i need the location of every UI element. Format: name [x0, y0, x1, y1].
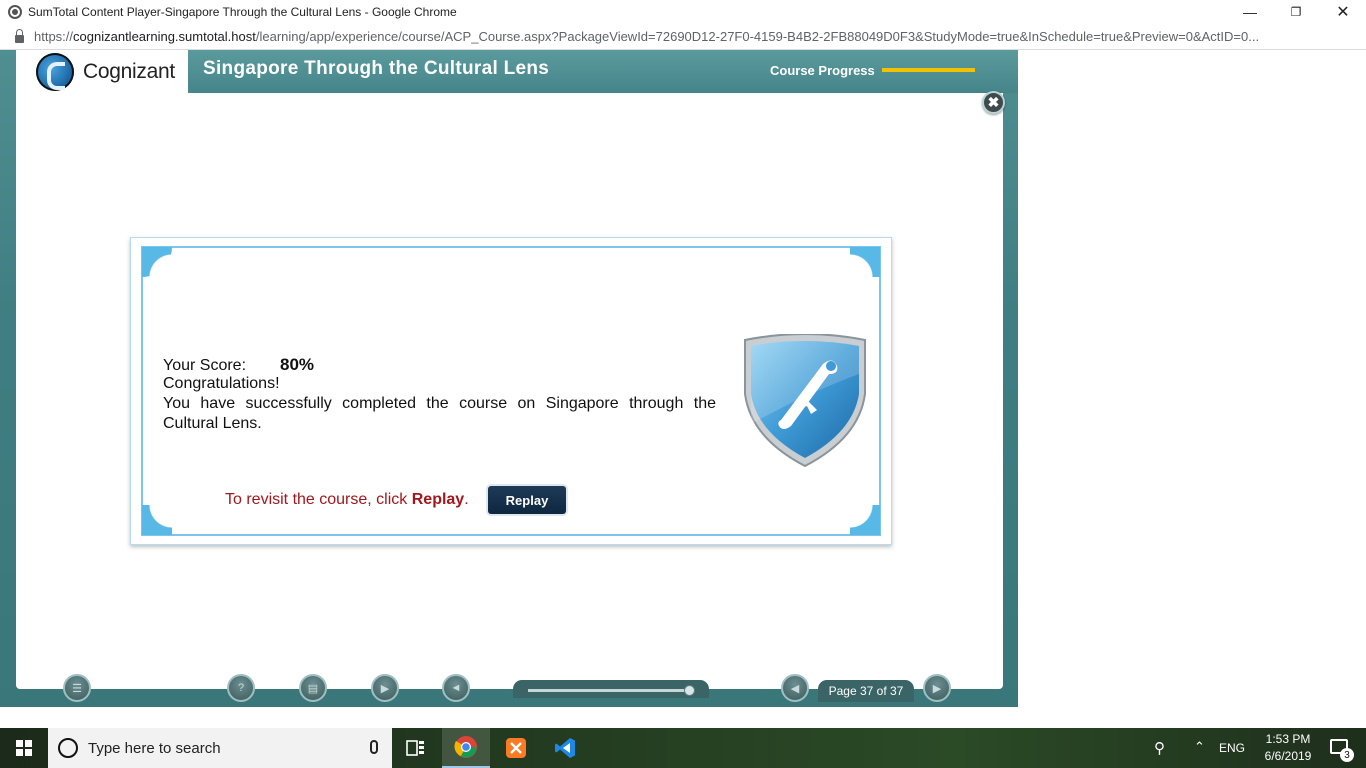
diploma-shield-icon [744, 334, 866, 468]
replay-suffix: . [464, 491, 469, 508]
help-icon[interactable]: ? [227, 674, 255, 702]
course-title: Singapore Through the Cultural Lens [203, 58, 550, 79]
taskbar-search[interactable]: Type here to search [48, 728, 392, 768]
replay-instruction: To revisit the course, click Replay. [225, 491, 469, 509]
clock-time[interactable]: 1:53 PM [1258, 732, 1318, 746]
logo: Cognizant [16, 50, 188, 93]
corner-decoration [850, 505, 880, 535]
course-progress-bar [882, 68, 975, 72]
score-row: Your Score: 80% [163, 355, 314, 375]
next-icon[interactable]: ▶ [923, 674, 951, 702]
url-host: cognizantlearning.sumtotal.host [73, 29, 256, 44]
chevron-up-icon[interactable]: ⌃ [1194, 739, 1205, 755]
course-progress-label: Course Progress [770, 63, 875, 78]
vscode-icon[interactable] [541, 728, 589, 768]
minimize-icon[interactable]: — [1227, 0, 1273, 24]
logo-text: Cognizant [83, 59, 175, 83]
cognizant-logo-icon [36, 52, 74, 91]
audio-icon[interactable]: ◄ [442, 674, 470, 702]
cortana-icon [58, 738, 78, 758]
page-indicator: Page 37 of 37 [818, 680, 914, 702]
language-indicator[interactable]: ENG [1219, 741, 1245, 755]
glossary-icon[interactable]: ▤ [299, 674, 327, 702]
page-slider-thumb[interactable] [684, 685, 695, 696]
address-bar[interactable]: https://cognizantlearning.sumtotal.host/… [0, 24, 1366, 50]
play-icon[interactable]: ▶ [371, 674, 399, 702]
course-header: Singapore Through the Cultural Lens Cour… [188, 50, 1018, 93]
people-icon[interactable]: ⚲ [1154, 739, 1165, 757]
page-slider-line [528, 689, 688, 692]
url-text[interactable]: https://cognizantlearning.sumtotal.host/… [34, 29, 1344, 44]
chrome-icon[interactable] [442, 728, 490, 768]
clock-date[interactable]: 6/6/2019 [1258, 749, 1318, 763]
result-card: Your Score: 80% Congratulations! You have… [130, 237, 892, 545]
window-title: SumTotal Content Player-Singapore Throug… [28, 5, 457, 19]
restore-icon[interactable]: ❐ [1273, 0, 1319, 24]
corner-decoration [850, 247, 880, 277]
menu-icon[interactable]: ☰ [63, 674, 91, 702]
close-course-button[interactable]: ✖ [982, 91, 1005, 114]
url-scheme: https:// [34, 29, 74, 44]
start-button[interactable] [0, 728, 48, 768]
score-label: Your Score: [163, 357, 247, 374]
congratulations-text: Congratulations! [163, 375, 280, 392]
windows-icon [16, 740, 32, 756]
replay-button[interactable]: Replay [488, 486, 566, 514]
previous-icon[interactable]: ◀ [781, 674, 809, 702]
replay-bold: Replay [411, 491, 465, 508]
task-view-icon[interactable] [392, 728, 440, 768]
corner-decoration [142, 247, 172, 277]
search-placeholder: Type here to search [88, 739, 221, 757]
result-card-inner: Your Score: 80% Congratulations! You have… [141, 246, 881, 536]
microphone-icon[interactable] [370, 740, 378, 754]
replay-prefix: To revisit the course, click [225, 491, 412, 508]
xampp-icon[interactable] [492, 728, 540, 768]
completion-message: You have successfully completed the cour… [163, 395, 716, 432]
app-icon [8, 5, 22, 19]
url-path: /learning/app/experience/course/ACP_Cour… [255, 29, 1260, 44]
notification-count: 3 [1340, 748, 1354, 762]
score-value: 80% [280, 355, 315, 374]
lock-icon[interactable] [15, 28, 24, 43]
corner-decoration [142, 505, 172, 535]
window-title-bar: SumTotal Content Player-Singapore Throug… [0, 0, 1366, 24]
close-icon[interactable]: ✕ [1320, 0, 1366, 24]
course-progress-fill [882, 68, 975, 72]
taskbar: Type here to search ⚲ ⌃ ENG 1:53 PM 6/6/… [0, 728, 1366, 768]
